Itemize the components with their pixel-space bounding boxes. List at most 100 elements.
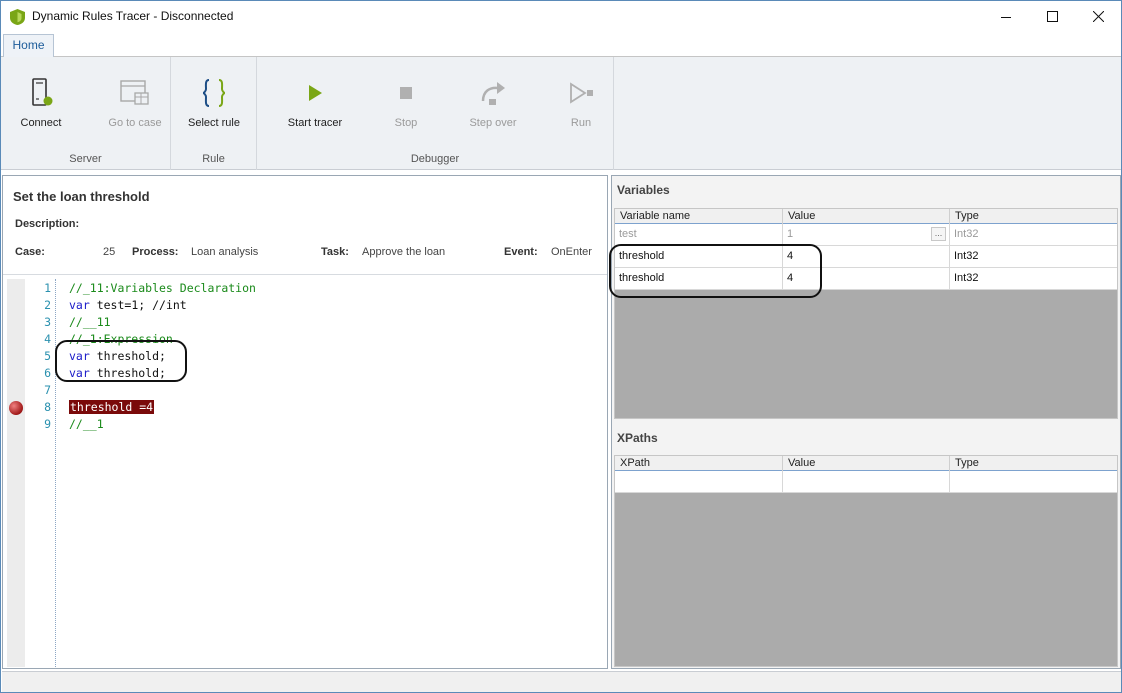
line-number: 4 [44,332,51,346]
go-to-case-icon [120,80,149,105]
line-number: 3 [44,315,51,329]
code-text: //_1:Expression [69,332,173,346]
code-line[interactable]: 6 var threshold; [3,365,607,382]
code-editor[interactable]: 1 //_11:Variables Declaration 2 var test… [3,274,607,668]
go-to-case-button[interactable]: Go to case [97,57,173,137]
connect-button[interactable]: Connect [3,57,79,137]
cell-type[interactable]: Int32 [950,246,1117,268]
maximize-icon [1046,11,1058,22]
rule-group-label: Rule [202,153,225,165]
column-type[interactable]: Type [950,209,1117,224]
cell-variable-name[interactable]: threshold [615,246,783,268]
event-value: OnEnter [551,246,592,258]
task-value: Approve the loan [362,246,446,258]
cell-type[interactable]: Int32 [950,224,1117,246]
variables-grid: Variable name Value Type test 1 ... Int3… [614,208,1118,419]
minimize-button[interactable] [983,1,1029,32]
ribbon-tabstrip: Home [1,32,1121,58]
run-icon [570,82,593,104]
rule-title: Set the loan threshold [13,189,150,204]
close-button[interactable] [1075,1,1121,32]
line-number: 7 [44,383,51,397]
braces-icon [202,79,226,107]
maximize-button[interactable] [1029,1,1075,32]
process-label: Process: [132,246,179,258]
cell-variable-name[interactable]: test [615,224,783,246]
select-rule-label: Select rule [188,117,240,129]
go-to-case-label: Go to case [108,117,162,129]
cell-variable-name[interactable]: threshold [615,268,783,290]
rule-meta-row: Case: 25 Process: Loan analysis Task: Ap… [3,246,607,262]
table-row[interactable]: threshold 4 Int32 [615,246,1117,268]
column-type[interactable]: Type [950,456,1117,471]
process-value: Loan analysis [191,246,259,258]
step-over-button[interactable]: Step over [455,57,531,137]
stop-label: Stop [394,117,418,129]
cell-type[interactable] [950,471,1117,493]
cell-value[interactable]: 1 ... [783,224,950,246]
column-xpath[interactable]: XPath [615,456,783,471]
line-number: 9 [44,417,51,431]
cell-xpath[interactable] [615,471,783,493]
column-variable-name[interactable]: Variable name [615,209,783,224]
column-value[interactable]: Value [783,456,950,471]
select-rule-button[interactable]: Select rule [176,57,252,137]
start-tracer-button[interactable]: Start tracer [277,57,353,137]
table-row[interactable]: test 1 ... Int32 [615,224,1117,246]
app-shield-icon [10,9,25,25]
case-label: Case: [15,246,45,258]
code-line[interactable]: 5 var threshold; [3,348,607,365]
server-group-label: Server [69,153,102,165]
code-line-breakpoint[interactable]: 8 threshold =4 [3,399,607,416]
play-icon [309,85,322,101]
run-label: Run [570,117,592,129]
code-line[interactable]: 3 //__11 [3,314,607,331]
line-number: 6 [44,366,51,380]
code-line[interactable]: 9 //__1 [3,416,607,433]
start-tracer-label: Start tracer [287,117,343,129]
edit-value-button[interactable]: ... [931,227,946,241]
rule-pane: Set the loan threshold Description: Case… [2,175,608,669]
code-line[interactable]: 4 //_1:Expression [3,331,607,348]
inspector-pane: Variables Variable name Value Type test … [609,175,1121,669]
keyword-var: var [69,349,90,363]
variables-grid-header: Variable name Value Type [615,209,1117,224]
stop-button[interactable]: Stop [368,57,444,137]
window-title: Dynamic Rules Tracer - Disconnected [32,9,234,23]
code-text: //__1 [69,417,104,431]
code-text: threshold; [89,366,166,380]
line-number: 2 [44,298,51,312]
table-row-empty[interactable] [615,471,1117,493]
code-line[interactable]: 7 [3,382,607,399]
tab-home[interactable]: Home [3,34,54,58]
stop-icon [400,87,412,99]
case-value: 25 [103,246,116,258]
code-line[interactable]: 2 var test=1; //int [3,297,607,314]
status-bar [2,671,1121,692]
keyword-var: var [69,366,90,380]
code-line[interactable]: 1 //_11:Variables Declaration [3,280,607,297]
ribbon-group-rule: Select rule Rule [171,57,257,170]
line-number: 5 [44,349,51,363]
step-over-icon [481,82,505,105]
xpaths-grid: XPath Value Type [614,455,1118,667]
breakpoint-icon[interactable] [9,401,23,415]
cell-value[interactable]: 4 [783,246,950,268]
event-label: Event: [504,246,538,258]
minimize-icon [1001,16,1011,18]
code-text: //_11:Variables Declaration [69,281,256,295]
cell-value[interactable]: 4 [783,268,950,290]
ribbon: Connect Go to case Server Select rule Ru… [1,57,1121,170]
xpaths-grid-header: XPath Value Type [615,456,1117,471]
cell-type[interactable]: Int32 [950,268,1117,290]
connect-label: Connect [20,117,62,129]
task-label: Task: [321,246,349,258]
code-text: test=1; //int [89,298,187,312]
cell-value[interactable] [783,471,950,493]
run-button[interactable]: Run [543,57,619,137]
ribbon-group-server: Connect Go to case Server [1,57,171,170]
connect-icon [32,78,53,106]
column-value[interactable]: Value [783,209,950,224]
code-text: //__11 [69,315,111,329]
table-row[interactable]: threshold 4 Int32 [615,268,1117,290]
